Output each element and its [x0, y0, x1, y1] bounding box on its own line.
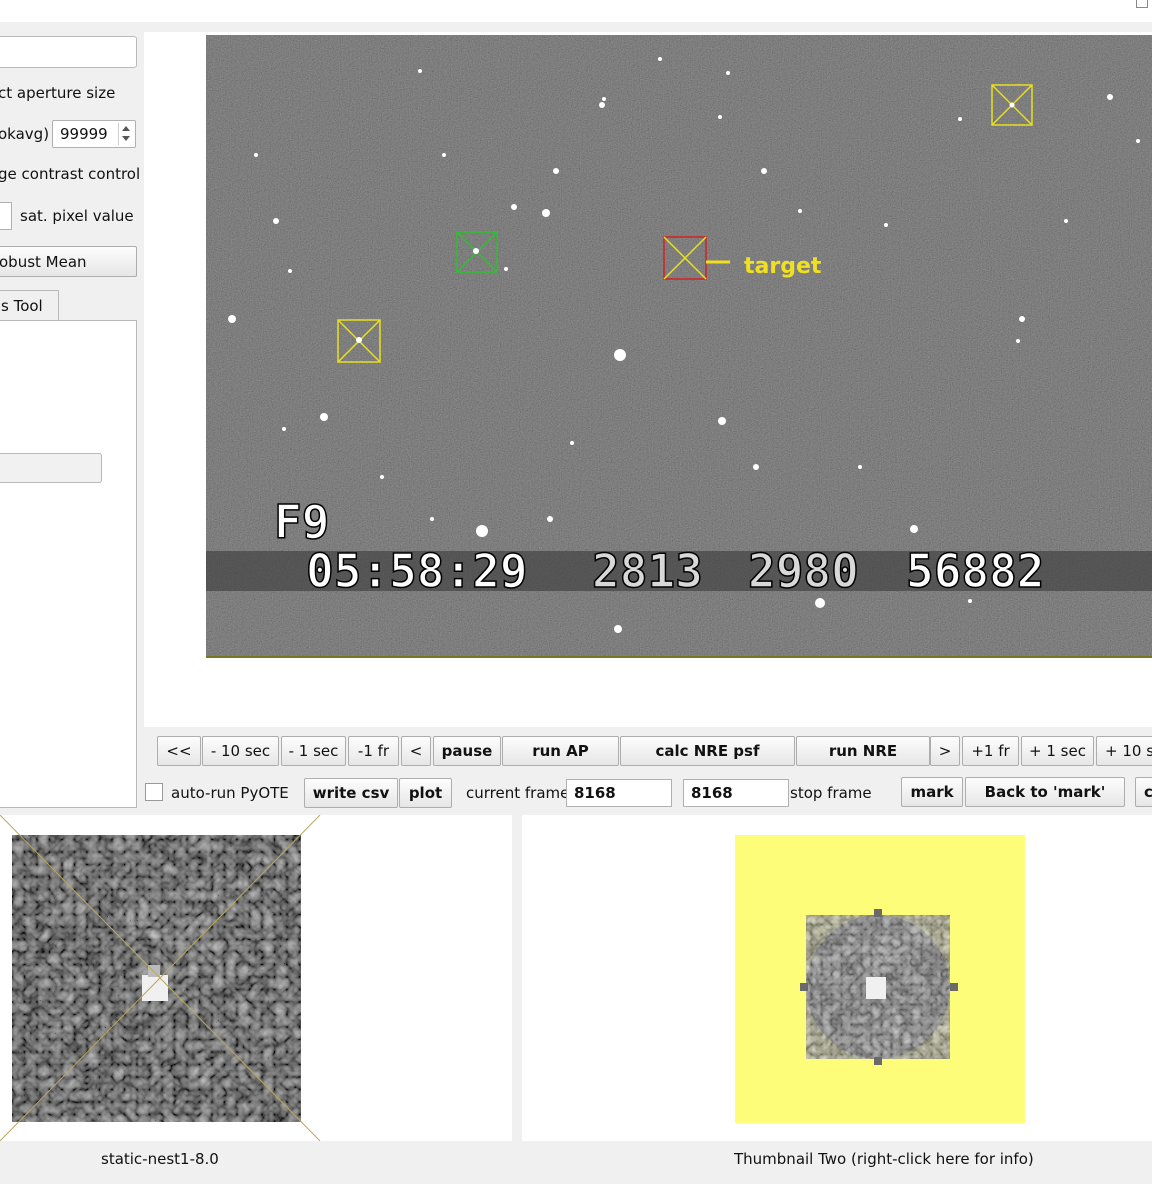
aperture-name-field[interactable]	[0, 36, 137, 68]
write-csv-button[interactable]: write csv	[304, 778, 398, 808]
sat-pixel-label: sat. pixel value	[20, 207, 134, 225]
robust-mean-button[interactable]: obust Mean	[0, 246, 137, 277]
calc-nre-psf-button[interactable]: calc NRE psf	[620, 736, 795, 766]
thumbnail-one-caption: static-nest1-8.0	[101, 1150, 219, 1168]
overlay-num2: 2980	[748, 544, 859, 598]
aperture-size-label: ct aperture size	[0, 84, 116, 102]
blockavg-spinbox[interactable]: 99999	[52, 120, 136, 148]
autorun-pyote-label: auto-run PyOTE	[171, 784, 289, 802]
thumbnail-one-panel[interactable]	[0, 814, 512, 1142]
blockavg-label: okavg)	[0, 125, 50, 143]
target-label: target	[744, 254, 822, 279]
overlay-num3: 56882	[906, 544, 1044, 598]
stop-frame-input[interactable]: 8168	[683, 779, 789, 807]
plot-button[interactable]: plot	[399, 778, 452, 808]
thumbnail-two-caption[interactable]: Thumbnail Two (right-click here for info…	[734, 1150, 1034, 1168]
contrast-control-label: ge contrast control	[0, 165, 141, 183]
window-restore-button[interactable]	[1136, 0, 1148, 8]
title-bar	[0, 0, 1152, 22]
rewind-far-button[interactable]: <<	[157, 736, 201, 766]
run-nre-button[interactable]: run NRE	[796, 736, 930, 766]
pause-button[interactable]: pause	[433, 736, 501, 766]
blockavg-value: 99999	[60, 125, 108, 143]
back-10-sec-button[interactable]: - 10 sec	[202, 736, 279, 766]
current-frame-label: current frame	[466, 784, 570, 802]
current-frame-input[interactable]: 8168	[566, 779, 672, 807]
thumbnail-two-panel[interactable]	[522, 815, 1152, 1141]
tool-pane-bar[interactable]	[0, 453, 102, 483]
back-1-frame-button[interactable]: -1 fr	[348, 736, 399, 766]
video-frame[interactable]: F9 05:58:29 2813 2980 56882 target	[206, 35, 1152, 658]
step-forward-button[interactable]: >	[930, 736, 960, 766]
thumbnail-two-image	[735, 835, 1025, 1123]
tool-tab-pane	[0, 320, 137, 808]
overlay-f9: F9	[274, 495, 329, 549]
thumbnail-one-image	[0, 814, 321, 1142]
forward-1-frame-button[interactable]: +1 fr	[962, 736, 1019, 766]
overlay-time: 05:58:29	[306, 544, 528, 598]
video-image: F9 05:58:29 2813 2980 56882 target	[206, 35, 1152, 656]
spin-arrows-icon[interactable]	[118, 123, 133, 145]
autorun-pyote-checkbox[interactable]	[145, 783, 163, 801]
back-1-sec-button[interactable]: - 1 sec	[281, 736, 346, 766]
forward-1-sec-button[interactable]: + 1 sec	[1021, 736, 1094, 766]
mark-button[interactable]: mark	[901, 777, 963, 807]
run-ap-button[interactable]: run AP	[502, 736, 619, 766]
extra-button[interactable]: c	[1135, 777, 1152, 807]
back-to-mark-button[interactable]: Back to 'mark'	[965, 777, 1125, 807]
step-back-button[interactable]: <	[401, 736, 431, 766]
overlay-num1: 2813	[592, 544, 703, 598]
tab-tool[interactable]: s Tool	[0, 290, 59, 321]
stop-frame-label: stop frame	[790, 784, 872, 802]
forward-10-sec-button[interactable]: + 10 s	[1096, 736, 1152, 766]
sat-pixel-spinbox[interactable]	[0, 202, 12, 230]
